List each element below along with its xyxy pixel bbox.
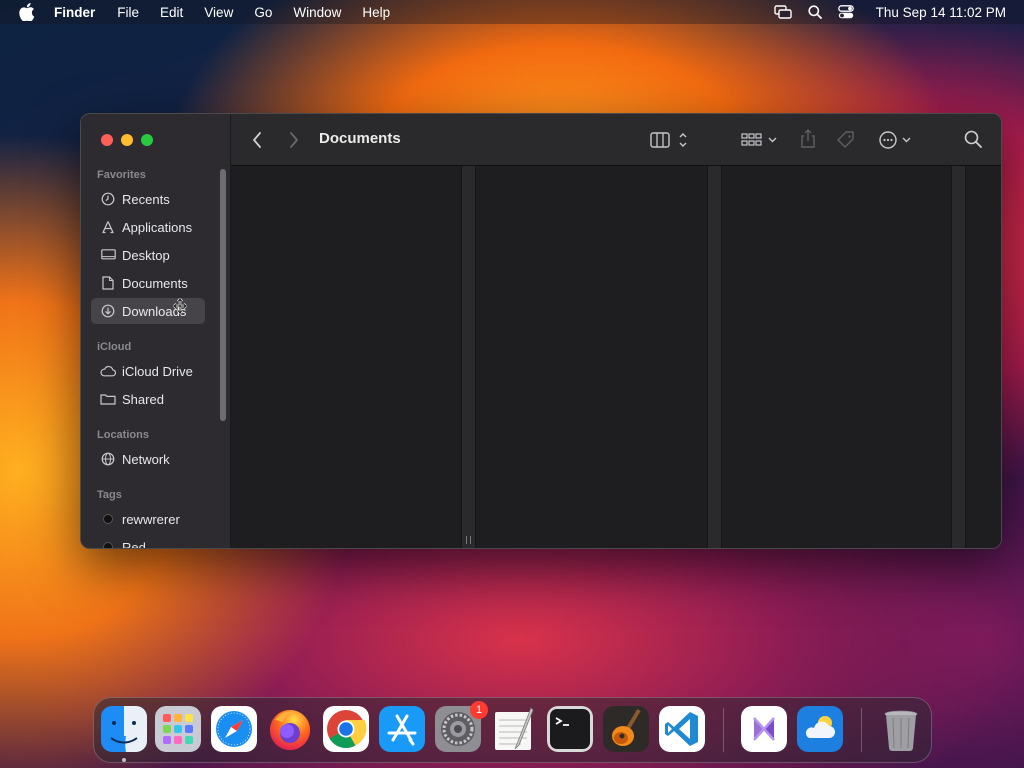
globe-icon — [100, 451, 116, 467]
zoom-window-button[interactable] — [141, 134, 153, 146]
sidebar-section-locations: Locations — [97, 429, 149, 441]
sidebar-item-recents[interactable]: Recents — [91, 186, 205, 212]
app-store-icon[interactable] — [379, 706, 425, 752]
window-controls — [101, 134, 153, 146]
group-icon[interactable] — [741, 131, 779, 149]
forward-icon[interactable] — [288, 131, 300, 149]
search-icon[interactable] — [964, 130, 982, 148]
sidebar-item-label: Documents — [122, 275, 188, 291]
weather-icon[interactable] — [797, 706, 843, 752]
content-area: Documents — [231, 114, 1001, 548]
sidebar-section-icloud: iCloud — [97, 341, 132, 353]
garageband-icon[interactable] — [603, 706, 649, 752]
system-settings-badge: 1 — [470, 701, 488, 719]
close-window-button[interactable] — [101, 134, 113, 146]
more-actions-icon[interactable] — [878, 130, 914, 150]
applications-icon — [100, 219, 116, 235]
column-view-icon[interactable] — [650, 131, 692, 149]
sidebar-item-icloud-drive[interactable]: iCloud Drive — [91, 358, 205, 384]
tag-icon[interactable] — [836, 130, 856, 150]
desktop-icon — [100, 247, 116, 263]
back-icon[interactable] — [251, 131, 263, 149]
search-icon[interactable] — [808, 5, 822, 19]
sidebar-item-tag-red[interactable]: Red — [91, 534, 205, 549]
clock-icon — [100, 191, 116, 207]
sidebar-item-downloads[interactable]: Downloads — [91, 298, 205, 324]
sidebar-item-label: Recents — [122, 191, 170, 207]
menu-help[interactable]: Help — [362, 5, 390, 20]
column-resize-handle-1[interactable] — [461, 166, 476, 548]
document-icon — [100, 275, 116, 291]
sidebar-item-tag-rewwrerer[interactable]: rewwrerer — [91, 506, 205, 532]
column-resize-handle-3[interactable] — [951, 166, 966, 548]
safari-icon[interactable] — [211, 706, 257, 752]
column-grip-icon — [466, 536, 471, 544]
sidebar-section-tags: Tags — [97, 489, 122, 501]
sidebar-item-label: rewwrerer — [122, 511, 180, 527]
sidebar-scrollbar[interactable] — [220, 169, 226, 421]
dock-separator — [723, 708, 724, 752]
sidebar: Favorites Recents Applications Desktop D… — [81, 114, 231, 548]
sidebar-item-network[interactable]: Network — [91, 446, 205, 472]
sidebar-item-label: iCloud Drive — [122, 363, 193, 379]
menu-bar: Finder File Edit View Go Window Help Thu… — [0, 0, 1024, 24]
cloud-icon — [100, 363, 116, 379]
sidebar-item-desktop[interactable]: Desktop — [91, 242, 205, 268]
tag-dot-icon — [103, 514, 113, 524]
apple-menu-icon[interactable] — [18, 3, 36, 22]
sidebar-item-label: Network — [122, 451, 170, 467]
sidebar-item-documents[interactable]: Documents — [91, 270, 205, 296]
vscode-icon[interactable] — [659, 706, 705, 752]
share-icon[interactable] — [799, 129, 817, 149]
browser-column-2[interactable] — [476, 166, 707, 548]
sidebar-item-label: Red — [122, 539, 146, 549]
visual-studio-icon[interactable] — [741, 706, 787, 752]
menubar-clock[interactable]: Thu Sep 14 11:02 PM — [876, 5, 1006, 20]
dock-separator — [861, 708, 862, 752]
window-title: Documents — [319, 130, 401, 147]
sidebar-item-label: Applications — [122, 219, 193, 235]
app-name-menu[interactable]: Finder — [54, 5, 95, 20]
shared-folder-icon — [100, 391, 116, 407]
menu-go[interactable]: Go — [254, 5, 272, 20]
screen-mirroring-icon[interactable] — [773, 5, 792, 19]
sidebar-item-shared[interactable]: Shared — [91, 386, 205, 412]
chrome-icon[interactable] — [323, 706, 369, 752]
sidebar-section-favorites: Favorites — [97, 169, 146, 181]
finder-icon[interactable] — [101, 706, 147, 752]
toolbar: Documents — [231, 114, 1001, 166]
move-cursor-icon — [173, 298, 187, 314]
menu-edit[interactable]: Edit — [160, 5, 183, 20]
download-icon — [100, 303, 116, 319]
dock: 1 — [93, 697, 932, 763]
finder-window: Favorites Recents Applications Desktop D… — [80, 113, 1002, 549]
control-center-icon[interactable] — [837, 5, 854, 19]
menu-file[interactable]: File — [117, 5, 139, 20]
trash-icon[interactable] — [878, 706, 924, 752]
terminal-icon[interactable] — [547, 706, 593, 752]
sidebar-item-label: Shared — [122, 391, 164, 407]
minimize-window-button[interactable] — [121, 134, 133, 146]
launchpad-icon[interactable] — [155, 706, 201, 752]
firefox-icon[interactable] — [267, 706, 313, 752]
column-resize-handle-2[interactable] — [707, 166, 722, 548]
textedit-icon[interactable] — [491, 706, 537, 752]
finder-running-indicator — [122, 758, 126, 762]
menu-window[interactable]: Window — [293, 5, 341, 20]
menu-view[interactable]: View — [204, 5, 233, 20]
sidebar-item-label: Desktop — [122, 247, 170, 263]
browser-column-3[interactable] — [722, 166, 951, 548]
browser-column-1[interactable] — [231, 166, 461, 548]
browser-column-4[interactable] — [966, 166, 1001, 548]
sidebar-item-applications[interactable]: Applications — [91, 214, 205, 240]
tag-dot-icon — [103, 542, 113, 548]
